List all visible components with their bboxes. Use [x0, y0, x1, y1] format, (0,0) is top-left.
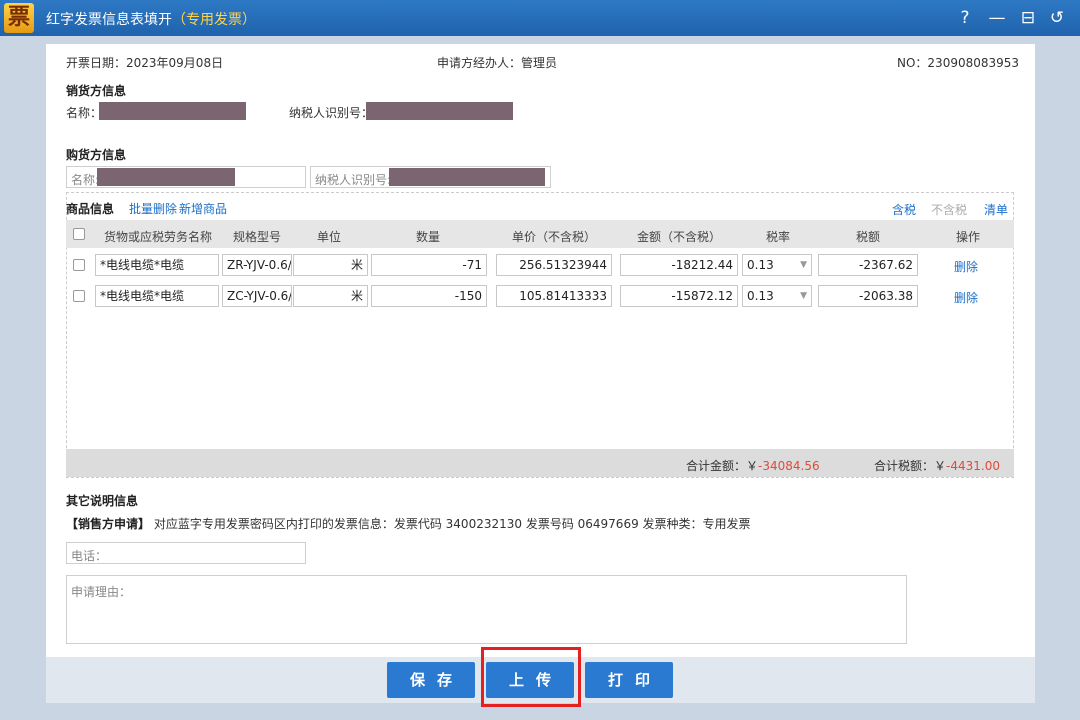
col-spec: 规格型号 [233, 230, 282, 244]
minimize-icon[interactable]: — [985, 6, 1009, 30]
buyer-tax-placeholder: 纳税人识别号: [315, 173, 392, 187]
phone-placeholder: 电话： [71, 549, 108, 563]
row-price-input[interactable]: 256.51323944 [496, 254, 612, 276]
row-name-input[interactable]: *电线电缆*电缆 [95, 254, 219, 276]
row-name-input[interactable]: *电线电缆*电缆 [95, 285, 219, 307]
row-spec-input[interactable]: ZC-YJV-0.6/ [222, 285, 292, 307]
goods-table-header: 货物或应税劳务名称 规格型号 单位 数量 单价（不含税） 金额（不含税） 税率 … [66, 220, 1014, 248]
row-checkbox[interactable] [73, 290, 85, 302]
row-amount-input[interactable]: -18212.44 [620, 254, 738, 276]
row-rate-select[interactable]: 0.13 ▼ [742, 254, 812, 276]
total-amount-value: -34084.56 [758, 459, 820, 473]
col-tax: 税额 [856, 230, 881, 244]
row-price-input[interactable]: 105.81413333 [496, 285, 612, 307]
col-qty: 数量 [416, 230, 441, 244]
seller-tax-label: 纳税人识别号： [289, 106, 374, 120]
seller-apply-label: 【销售方申请】 [66, 517, 151, 531]
seller-tax-redacted [366, 102, 513, 120]
row-amount-input[interactable]: -15872.12 [620, 285, 738, 307]
row-unit-input[interactable]: 米 [293, 254, 368, 276]
row-qty-input[interactable]: -150 [371, 285, 487, 307]
total-amount-label: 合计金额：￥ [686, 459, 759, 473]
seller-name-redacted [99, 102, 246, 120]
list-link[interactable]: 清单 [984, 201, 1008, 218]
buyer-tax-redacted [389, 168, 545, 186]
other-desc: 【销售方申请】 对应蓝字专用发票密码区内打印的发票信息：发票代码 3400232… [66, 515, 751, 532]
row-checkbox[interactable] [73, 259, 85, 271]
row-spec-input[interactable]: ZR-YJV-0.6/ [222, 254, 292, 276]
help-icon[interactable]: ? [953, 6, 977, 30]
select-all-checkbox[interactable] [73, 228, 85, 240]
col-unit: 单位 [317, 230, 342, 244]
batch-delete-link[interactable]: 批量删除 [129, 200, 177, 217]
total-tax-value: -4431.00 [946, 459, 1000, 473]
col-action: 操作 [956, 230, 981, 244]
back-icon[interactable]: ↺ [1045, 6, 1069, 30]
phone-input[interactable]: 电话： [66, 542, 306, 564]
other-section-title: 其它说明信息 [66, 494, 139, 508]
without-tax-toggle[interactable]: 不含税 [931, 201, 967, 218]
window-title: 红字发票信息表填开（专用发票） [46, 9, 256, 29]
invoice-logo-icon: 票 [4, 3, 34, 33]
print-button[interactable]: 打印 [585, 662, 673, 698]
buyer-name-placeholder: 名称: [71, 173, 100, 187]
issue-date: 开票日期：2023年09月08日 [66, 56, 224, 70]
total-tax: 合计税额：￥-4431.00 [874, 457, 1000, 474]
restore-icon[interactable]: ⊟ [1016, 6, 1040, 30]
add-item-link[interactable]: 新增商品 [179, 200, 227, 217]
seller-name-label: 名称： [66, 106, 103, 120]
row-delete-link[interactable]: 删除 [954, 258, 978, 275]
save-button[interactable]: 保存 [387, 662, 475, 698]
seller-section-title: 销货方信息 [66, 84, 127, 98]
row-rate-value: 0.13 [747, 258, 774, 272]
buyer-section-title: 购货方信息 [66, 148, 127, 162]
row-delete-link[interactable]: 删除 [954, 289, 978, 306]
upload-highlight-box [481, 647, 581, 707]
row-unit-input[interactable]: 米 [293, 285, 368, 307]
chevron-down-icon: ▼ [800, 260, 807, 270]
window-title-main: 红字发票信息表填开 [46, 12, 172, 28]
row-qty-input[interactable]: -71 [371, 254, 487, 276]
invoice-no: NO：230908083953 [897, 56, 1020, 70]
with-tax-toggle[interactable]: 含税 [892, 201, 916, 218]
goods-section-title: 商品信息 [66, 202, 115, 216]
reason-placeholder: 申请理由： [71, 585, 132, 599]
buyer-name-redacted [97, 168, 235, 186]
applicant: 申请方经办人：管理员 [437, 56, 558, 70]
col-price: 单价（不含税） [512, 230, 597, 244]
row-tax-input[interactable]: -2367.62 [818, 254, 918, 276]
row-tax-input[interactable]: -2063.38 [818, 285, 918, 307]
chevron-down-icon: ▼ [800, 291, 807, 301]
col-rate: 税率 [766, 230, 791, 244]
window-title-sub: （专用发票） [172, 12, 256, 28]
total-amount: 合计金额：￥-34084.56 [686, 457, 820, 474]
total-tax-label: 合计税额：￥ [874, 459, 947, 473]
col-name: 货物或应税劳务名称 [104, 230, 213, 244]
row-rate-select[interactable]: 0.13 ▼ [742, 285, 812, 307]
other-desc-text: 对应蓝字专用发票密码区内打印的发票信息：发票代码 3400232130 发票号码… [153, 517, 751, 531]
reason-textarea[interactable]: 申请理由： [66, 575, 907, 644]
row-rate-value: 0.13 [747, 289, 774, 303]
totals-bar [66, 449, 1014, 477]
title-bar: 票 红字发票信息表填开（专用发票） ? — ⊟ ↺ [0, 0, 1080, 36]
col-amount: 金额（不含税） [637, 230, 722, 244]
